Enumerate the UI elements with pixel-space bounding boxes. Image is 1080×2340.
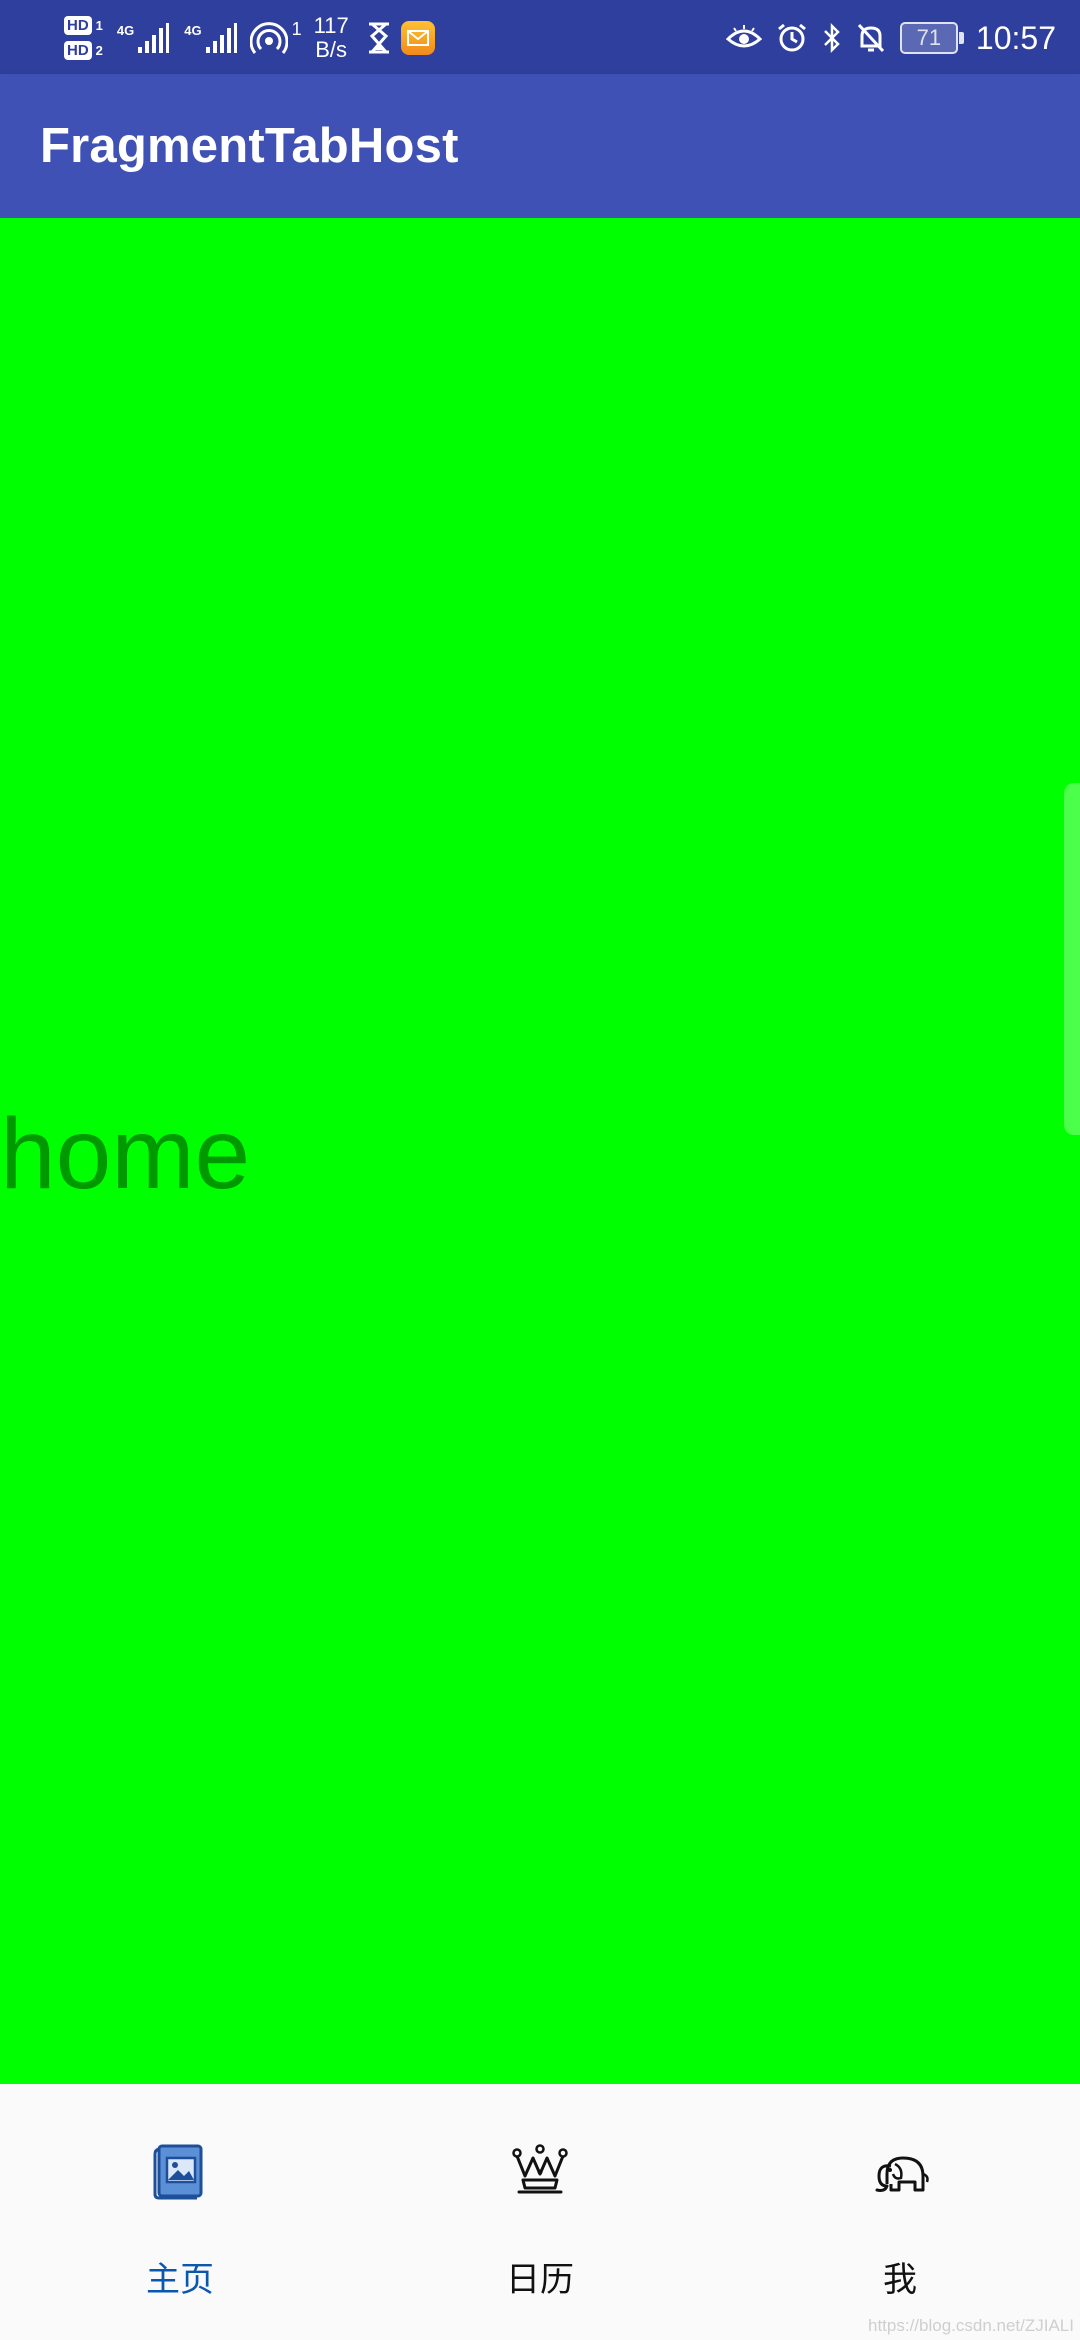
app-bar: FragmentTabHost: [0, 74, 1080, 218]
status-bar: HD 1 HD 2 4G 4G 1 117 B/s 71 10:57: [0, 0, 1080, 74]
hourglass-icon: [368, 22, 389, 54]
watermark: https://blog.csdn.net/ZJIALI: [867, 2316, 1074, 2335]
tab-me[interactable]: 我: [720, 2084, 1080, 2340]
status-bar-right: 71 10:57: [725, 8, 1056, 68]
network-speed: 117 B/s: [314, 14, 349, 62]
tab-label: 日历: [506, 2260, 574, 2300]
clock: 10:57: [975, 19, 1056, 56]
battery-level: 71: [916, 25, 942, 50]
hotspot-icon: [249, 22, 288, 54]
signal-icon: [138, 23, 170, 53]
eye-icon: [725, 25, 762, 48]
hotspot-count: 1: [291, 18, 302, 39]
hd-icon: HD: [64, 41, 92, 60]
home-fragment: home: [0, 218, 1080, 2084]
sim2-indicator: HD 2: [64, 41, 103, 60]
tab-label: 主页: [146, 2260, 214, 2300]
speed-unit: B/s: [315, 37, 348, 62]
sim2-number: 2: [95, 43, 103, 58]
tab-calendar[interactable]: 日历: [360, 2084, 720, 2340]
fragment-text: home: [0, 1098, 251, 1210]
page-title: FragmentTabHost: [40, 119, 459, 173]
alarm-icon: [777, 23, 806, 52]
signal-1: 4G: [117, 21, 170, 55]
sim-indicators: HD 1 HD 2: [64, 16, 103, 60]
signal-2: 4G: [184, 21, 237, 55]
sim1-number: 1: [95, 18, 103, 33]
tab-home[interactable]: 主页: [0, 2084, 360, 2340]
status-bar-left: HD 1 HD 2 4G 4G 1 117 B/s: [64, 8, 435, 68]
battery-icon: 71: [899, 22, 964, 54]
sim1-indicator: HD 1: [64, 16, 103, 35]
edge-scroll-handle[interactable]: [1064, 783, 1080, 1135]
bottom-tab-bar: 主页 日历 我 https://blog.csdn.net/ZJIALI: [0, 2084, 1080, 2340]
bluetooth-icon: [824, 22, 840, 54]
mail-icon: [400, 21, 435, 55]
tab-label: 我: [883, 2260, 917, 2300]
mute-icon: [857, 23, 885, 53]
hd-icon: HD: [64, 16, 92, 35]
network-type-2: 4G: [184, 23, 202, 38]
signal-icon: [205, 23, 237, 53]
elephant-icon: [875, 2156, 929, 2192]
book-picture-icon: [153, 2144, 203, 2200]
crown-icon: [512, 2144, 568, 2194]
network-type-1: 4G: [116, 23, 135, 38]
speed-value: 117: [313, 13, 349, 38]
